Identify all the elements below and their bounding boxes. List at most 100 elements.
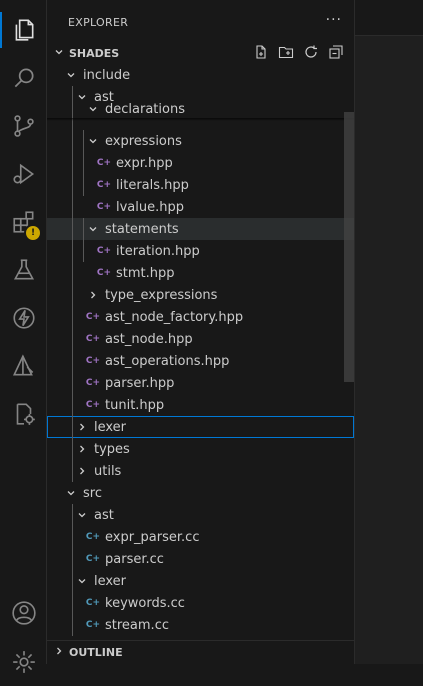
refresh-icon[interactable] xyxy=(303,44,319,60)
tree-item-label: iteration.hpp xyxy=(116,243,200,259)
tree-folder-row[interactable]: lexer xyxy=(47,416,354,438)
explorer-icon[interactable] xyxy=(0,6,47,54)
new-folder-icon[interactable] xyxy=(278,44,294,60)
cpp-header-file-icon: C+ xyxy=(96,158,112,168)
tree-file-row[interactable]: C+token.cc xyxy=(47,636,354,639)
tree-item-label: lvalue.hpp xyxy=(116,199,184,215)
tree-file-row[interactable]: C+ ast_node.hpp xyxy=(47,328,354,350)
cpp-source-file-icon: C+ xyxy=(85,598,101,608)
tree-item-label: ast xyxy=(94,507,114,523)
tree-file-row[interactable]: C+ parser.cc xyxy=(47,548,354,570)
indent-guide xyxy=(72,86,73,482)
search-icon[interactable] xyxy=(0,54,47,102)
tree-folder-row[interactable]: src xyxy=(47,482,354,504)
tree-folder-row[interactable]: ast xyxy=(47,504,354,526)
explorer-actions xyxy=(253,44,344,60)
chevron-down-icon xyxy=(85,130,101,152)
tree-folder-row[interactable]: statements xyxy=(47,218,354,240)
tree-item-label: parser.cc xyxy=(105,551,164,567)
tree-item-label: declarations xyxy=(105,101,185,117)
sticky-scroll-shadow xyxy=(47,118,354,121)
tree-file-row[interactable]: C+ tunit.hpp xyxy=(47,394,354,416)
tree-folder-row[interactable]: declarations xyxy=(47,98,354,120)
tree-file-row[interactable]: C+ iteration.hpp xyxy=(47,240,354,262)
chevron-down-icon xyxy=(63,482,79,504)
tree-item-label: include xyxy=(83,67,131,83)
tree-item-label: types xyxy=(94,441,130,457)
testing-flask-icon[interactable] xyxy=(0,246,47,294)
workspace-name: SHADES xyxy=(69,46,120,60)
tree-item-label: stmt.hpp xyxy=(116,265,175,281)
chevron-right-icon xyxy=(85,284,101,306)
editor-tab-bar xyxy=(355,0,423,36)
tree-folder-row[interactable]: utils xyxy=(47,460,354,482)
workspace-section-header[interactable]: SHADES xyxy=(47,42,354,64)
tree-item-label: lexer xyxy=(94,419,127,435)
deploy-tool-icon[interactable] xyxy=(0,342,47,390)
tree-file-row[interactable]: C+ literals.hpp xyxy=(47,174,354,196)
new-file-icon[interactable] xyxy=(253,44,269,60)
sidebar-title: EXPLORER xyxy=(68,16,129,29)
chevron-right-icon xyxy=(49,646,69,659)
tree-item-label: ast_operations.hpp xyxy=(105,353,230,369)
tree-file-row[interactable]: C+ lvalue.hpp xyxy=(47,196,354,218)
tree-folder-row[interactable]: types xyxy=(47,438,354,460)
indent-guide xyxy=(83,218,84,262)
tree-folder-row[interactable]: lexer xyxy=(47,570,354,592)
cpp-source-file-icon: C+ xyxy=(85,636,101,639)
chevron-down-icon xyxy=(74,504,90,526)
tree-item-label: stream.cc xyxy=(105,617,169,633)
remote-settings-icon[interactable] xyxy=(0,390,47,438)
chevron-down-icon xyxy=(63,64,79,86)
lightning-icon[interactable] xyxy=(0,294,47,342)
tree-file-row[interactable]: C+ stmt.hpp xyxy=(47,262,354,284)
chevron-down-icon xyxy=(49,47,69,60)
chevron-down-icon xyxy=(74,570,90,592)
outline-title: OUTLINE xyxy=(69,646,123,659)
tree-folder-row[interactable]: type_expressions xyxy=(47,284,354,306)
chevron-right-icon xyxy=(74,416,90,438)
chevron-down-icon xyxy=(85,98,101,120)
tree-item-label: expr_parser.cc xyxy=(105,529,200,545)
outline-section-header[interactable]: OUTLINE xyxy=(47,640,354,664)
cpp-source-file-icon: C+ xyxy=(85,620,101,630)
tree-item-label: keywords.cc xyxy=(105,595,185,611)
tree-file-row[interactable]: C+ stream.cc xyxy=(47,614,354,636)
tree-file-row[interactable]: C+ parser.hpp xyxy=(47,372,354,394)
tree-file-row[interactable]: C+ expr.hpp xyxy=(47,152,354,174)
source-control-icon[interactable] xyxy=(0,102,47,150)
tree-item-label: literals.hpp xyxy=(116,177,189,193)
tree-item-label: statements xyxy=(105,221,179,237)
indent-guide xyxy=(72,504,73,636)
extensions-icon[interactable]: ! xyxy=(0,198,47,246)
chevron-right-icon xyxy=(74,438,90,460)
cpp-header-file-icon: C+ xyxy=(85,356,101,366)
tree-item-label: expressions xyxy=(105,133,182,149)
tree-file-row[interactable]: C+ expr_parser.cc xyxy=(47,526,354,548)
tree-folder-row[interactable]: include xyxy=(47,64,354,86)
tree-item-label: src xyxy=(83,485,102,501)
cpp-header-file-icon: C+ xyxy=(96,202,112,212)
tree-scrollbar[interactable] xyxy=(344,112,354,382)
tree-item-label: type_expressions xyxy=(105,287,218,303)
tree-item-label: ast_node.hpp xyxy=(105,331,193,347)
account-icon[interactable] xyxy=(0,589,47,637)
explorer-sidebar: EXPLORER ··· SHADES include ast declaratio… xyxy=(47,0,355,664)
cpp-header-file-icon: C+ xyxy=(96,268,112,278)
chevron-down-icon xyxy=(85,218,101,240)
activity-bar: ! xyxy=(0,0,47,673)
cpp-source-file-icon: C+ xyxy=(85,554,101,564)
tree-item-label: ast_node_factory.hpp xyxy=(105,309,244,325)
tree-folder-row[interactable]: expressions xyxy=(47,130,354,152)
run-debug-icon[interactable] xyxy=(0,150,47,198)
manage-gear-icon[interactable] xyxy=(0,638,47,686)
tree-item-label: lexer xyxy=(94,573,127,589)
indent-guide xyxy=(83,130,84,196)
cpp-source-file-icon: C+ xyxy=(85,532,101,542)
collapse-all-icon[interactable] xyxy=(328,44,344,60)
tree-file-row[interactable]: C+ keywords.cc xyxy=(47,592,354,614)
cpp-header-file-icon: C+ xyxy=(96,180,112,190)
more-actions-icon[interactable]: ··· xyxy=(326,12,342,28)
tree-file-row[interactable]: C+ ast_node_factory.hpp xyxy=(47,306,354,328)
tree-file-row[interactable]: C+ ast_operations.hpp xyxy=(47,350,354,372)
